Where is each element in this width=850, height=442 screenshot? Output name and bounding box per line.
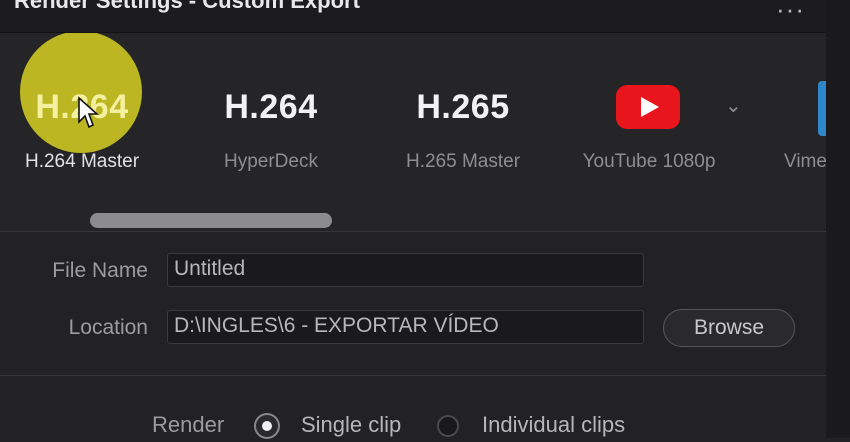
individual-clips-label[interactable]: Individual clips xyxy=(482,412,625,438)
chevron-down-icon[interactable]: ⌄ xyxy=(725,93,742,118)
single-clip-label[interactable]: Single clip xyxy=(301,412,401,438)
preset-label: HyperDeck xyxy=(224,151,318,172)
individual-clips-radio[interactable] xyxy=(437,415,459,437)
preset-h265-master[interactable]: H.265 H.265 Master xyxy=(382,33,544,208)
preset-icon-text: H.265 xyxy=(416,88,510,126)
more-options-icon[interactable]: ··· xyxy=(776,0,805,25)
preset-hyperdeck[interactable]: H.264 HyperDeck xyxy=(190,33,352,208)
location-label: Location xyxy=(68,316,148,339)
window-title: Render Settings - Custom Export xyxy=(14,0,360,13)
youtube-icon xyxy=(616,85,680,129)
side-panel-edge xyxy=(826,0,850,438)
preset-scroll-indicator xyxy=(818,81,826,136)
divider xyxy=(0,231,826,232)
preset-h264-master[interactable]: H.264 H.264 Master xyxy=(0,33,164,208)
file-name-input[interactable]: Untitled xyxy=(167,253,644,287)
preset-label: Vime xyxy=(784,151,826,172)
preset-label: H.265 Master xyxy=(405,151,521,172)
divider xyxy=(0,375,826,376)
title-bar: Render Settings - Custom Export ··· xyxy=(0,0,850,33)
render-label: Render xyxy=(152,412,225,437)
preset-label: YouTube 1080p xyxy=(582,151,716,172)
preset-youtube-1080p[interactable]: YouTube 1080p xyxy=(574,33,724,208)
mouse-cursor-icon xyxy=(78,96,99,129)
browse-button[interactable]: Browse xyxy=(663,309,795,347)
preset-label: H.264 Master xyxy=(24,151,140,172)
single-clip-radio[interactable] xyxy=(256,415,278,437)
file-name-label: File Name xyxy=(52,259,148,282)
location-input[interactable]: D:\INGLES\6 - EXPORTAR VÍDEO xyxy=(167,310,644,344)
preset-strip: H.264 H.264 Master H.264 HyperDeck H.265… xyxy=(0,33,826,231)
preset-icon-text: H.264 xyxy=(224,88,318,126)
preset-scrollbar[interactable] xyxy=(90,213,332,228)
